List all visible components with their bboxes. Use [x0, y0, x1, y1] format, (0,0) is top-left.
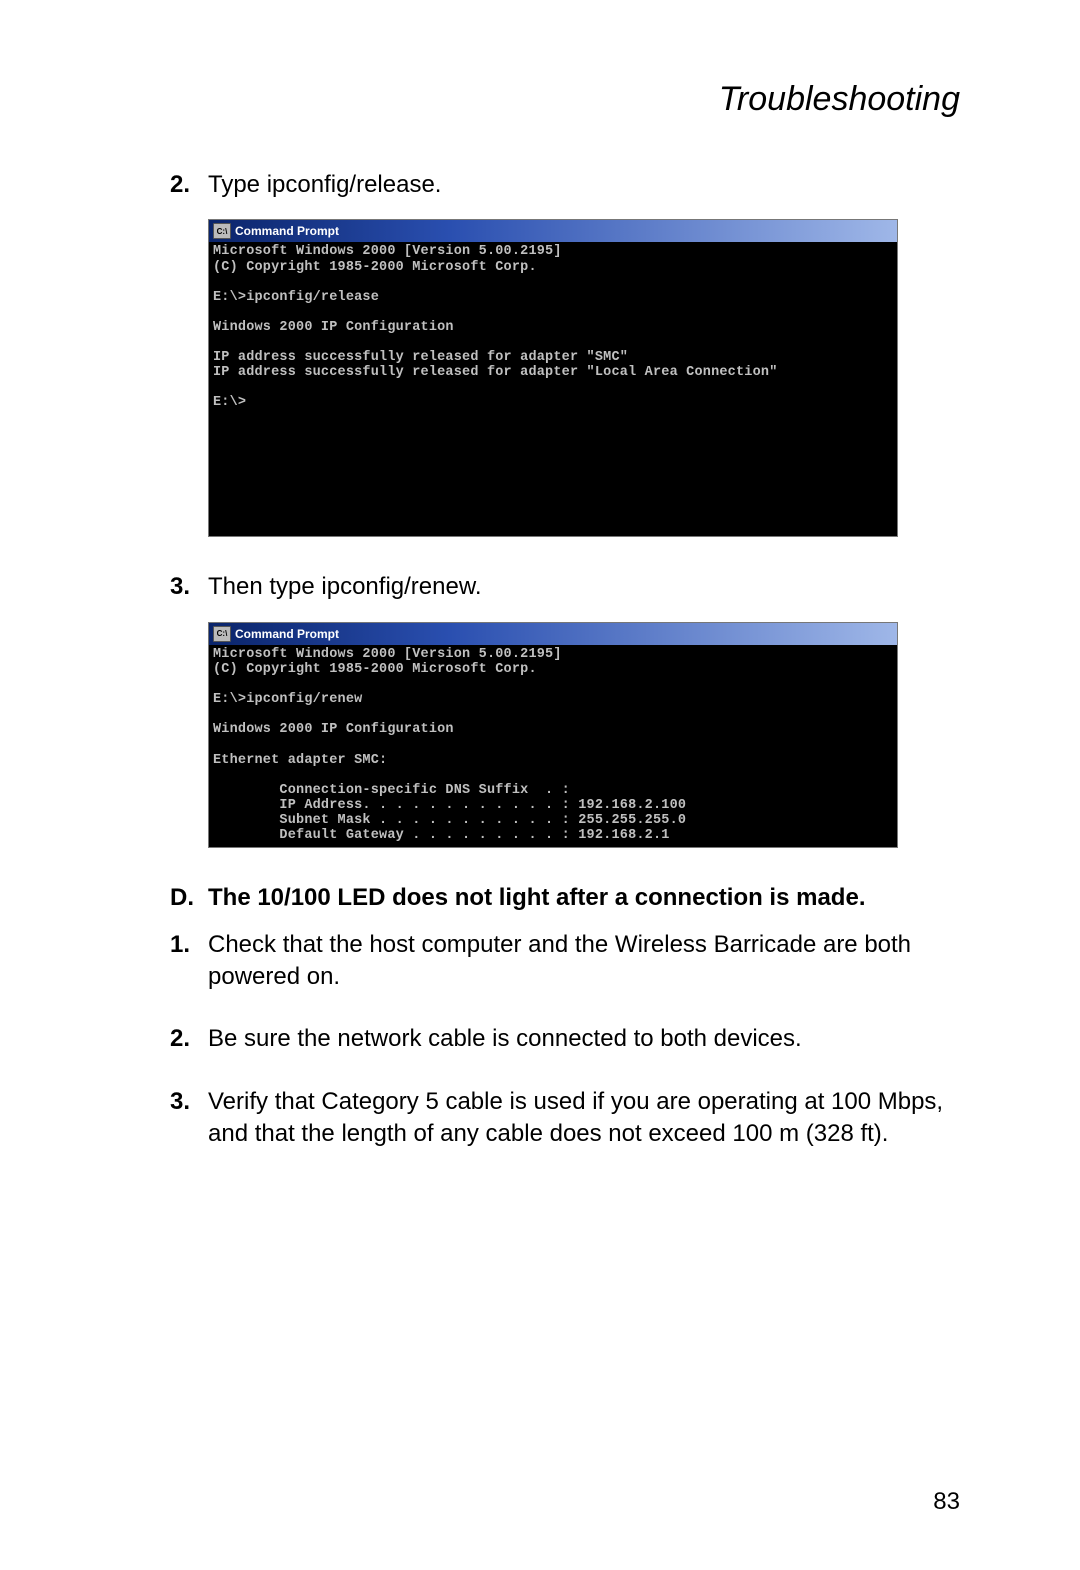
step-text: Verify that Category 5 cable is used if … [208, 1086, 970, 1151]
window-titlebar: C:\ Command Prompt [209, 623, 897, 645]
step-text: Type ipconfig/release. [208, 169, 970, 201]
section-title: The 10/100 LED does not light after a co… [208, 882, 970, 914]
terminal-output: Microsoft Windows 2000 [Version 5.00.219… [209, 242, 897, 536]
command-prompt-window: C:\ Command Prompt Microsoft Windows 200… [208, 622, 898, 848]
step-number: 2. [170, 169, 208, 201]
step-3: 3. Then type ipconfig/renew. [170, 571, 970, 603]
section-d-step-1: 1. Check that the host computer and the … [170, 929, 970, 994]
system-menu-icon: C:\ [213, 626, 231, 642]
page-header: Troubleshooting [170, 80, 960, 119]
step-text: Then type ipconfig/renew. [208, 571, 970, 603]
section-d-step-3: 3. Verify that Category 5 cable is used … [170, 1086, 970, 1151]
page-number: 83 [933, 1488, 960, 1516]
section-letter: D. [170, 882, 208, 914]
manual-page: Troubleshooting 2. Type ipconfig/release… [0, 0, 1080, 1570]
step-text: Check that the host computer and the Wir… [208, 929, 970, 994]
section-d-heading: D. The 10/100 LED does not light after a… [170, 882, 970, 914]
section-d-step-2: 2. Be sure the network cable is connecte… [170, 1023, 970, 1055]
window-title: Command Prompt [235, 224, 339, 238]
step-number: 2. [170, 1023, 208, 1055]
window-titlebar: C:\ Command Prompt [209, 220, 897, 242]
step-number: 3. [170, 571, 208, 603]
command-prompt-window: C:\ Command Prompt Microsoft Windows 200… [208, 219, 898, 537]
terminal-output: Microsoft Windows 2000 [Version 5.00.219… [209, 645, 897, 847]
step-text: Be sure the network cable is connected t… [208, 1023, 970, 1055]
step-number: 3. [170, 1086, 208, 1151]
step-number: 1. [170, 929, 208, 994]
window-title: Command Prompt [235, 627, 339, 641]
system-menu-icon: C:\ [213, 223, 231, 239]
step-2: 2. Type ipconfig/release. [170, 169, 970, 201]
